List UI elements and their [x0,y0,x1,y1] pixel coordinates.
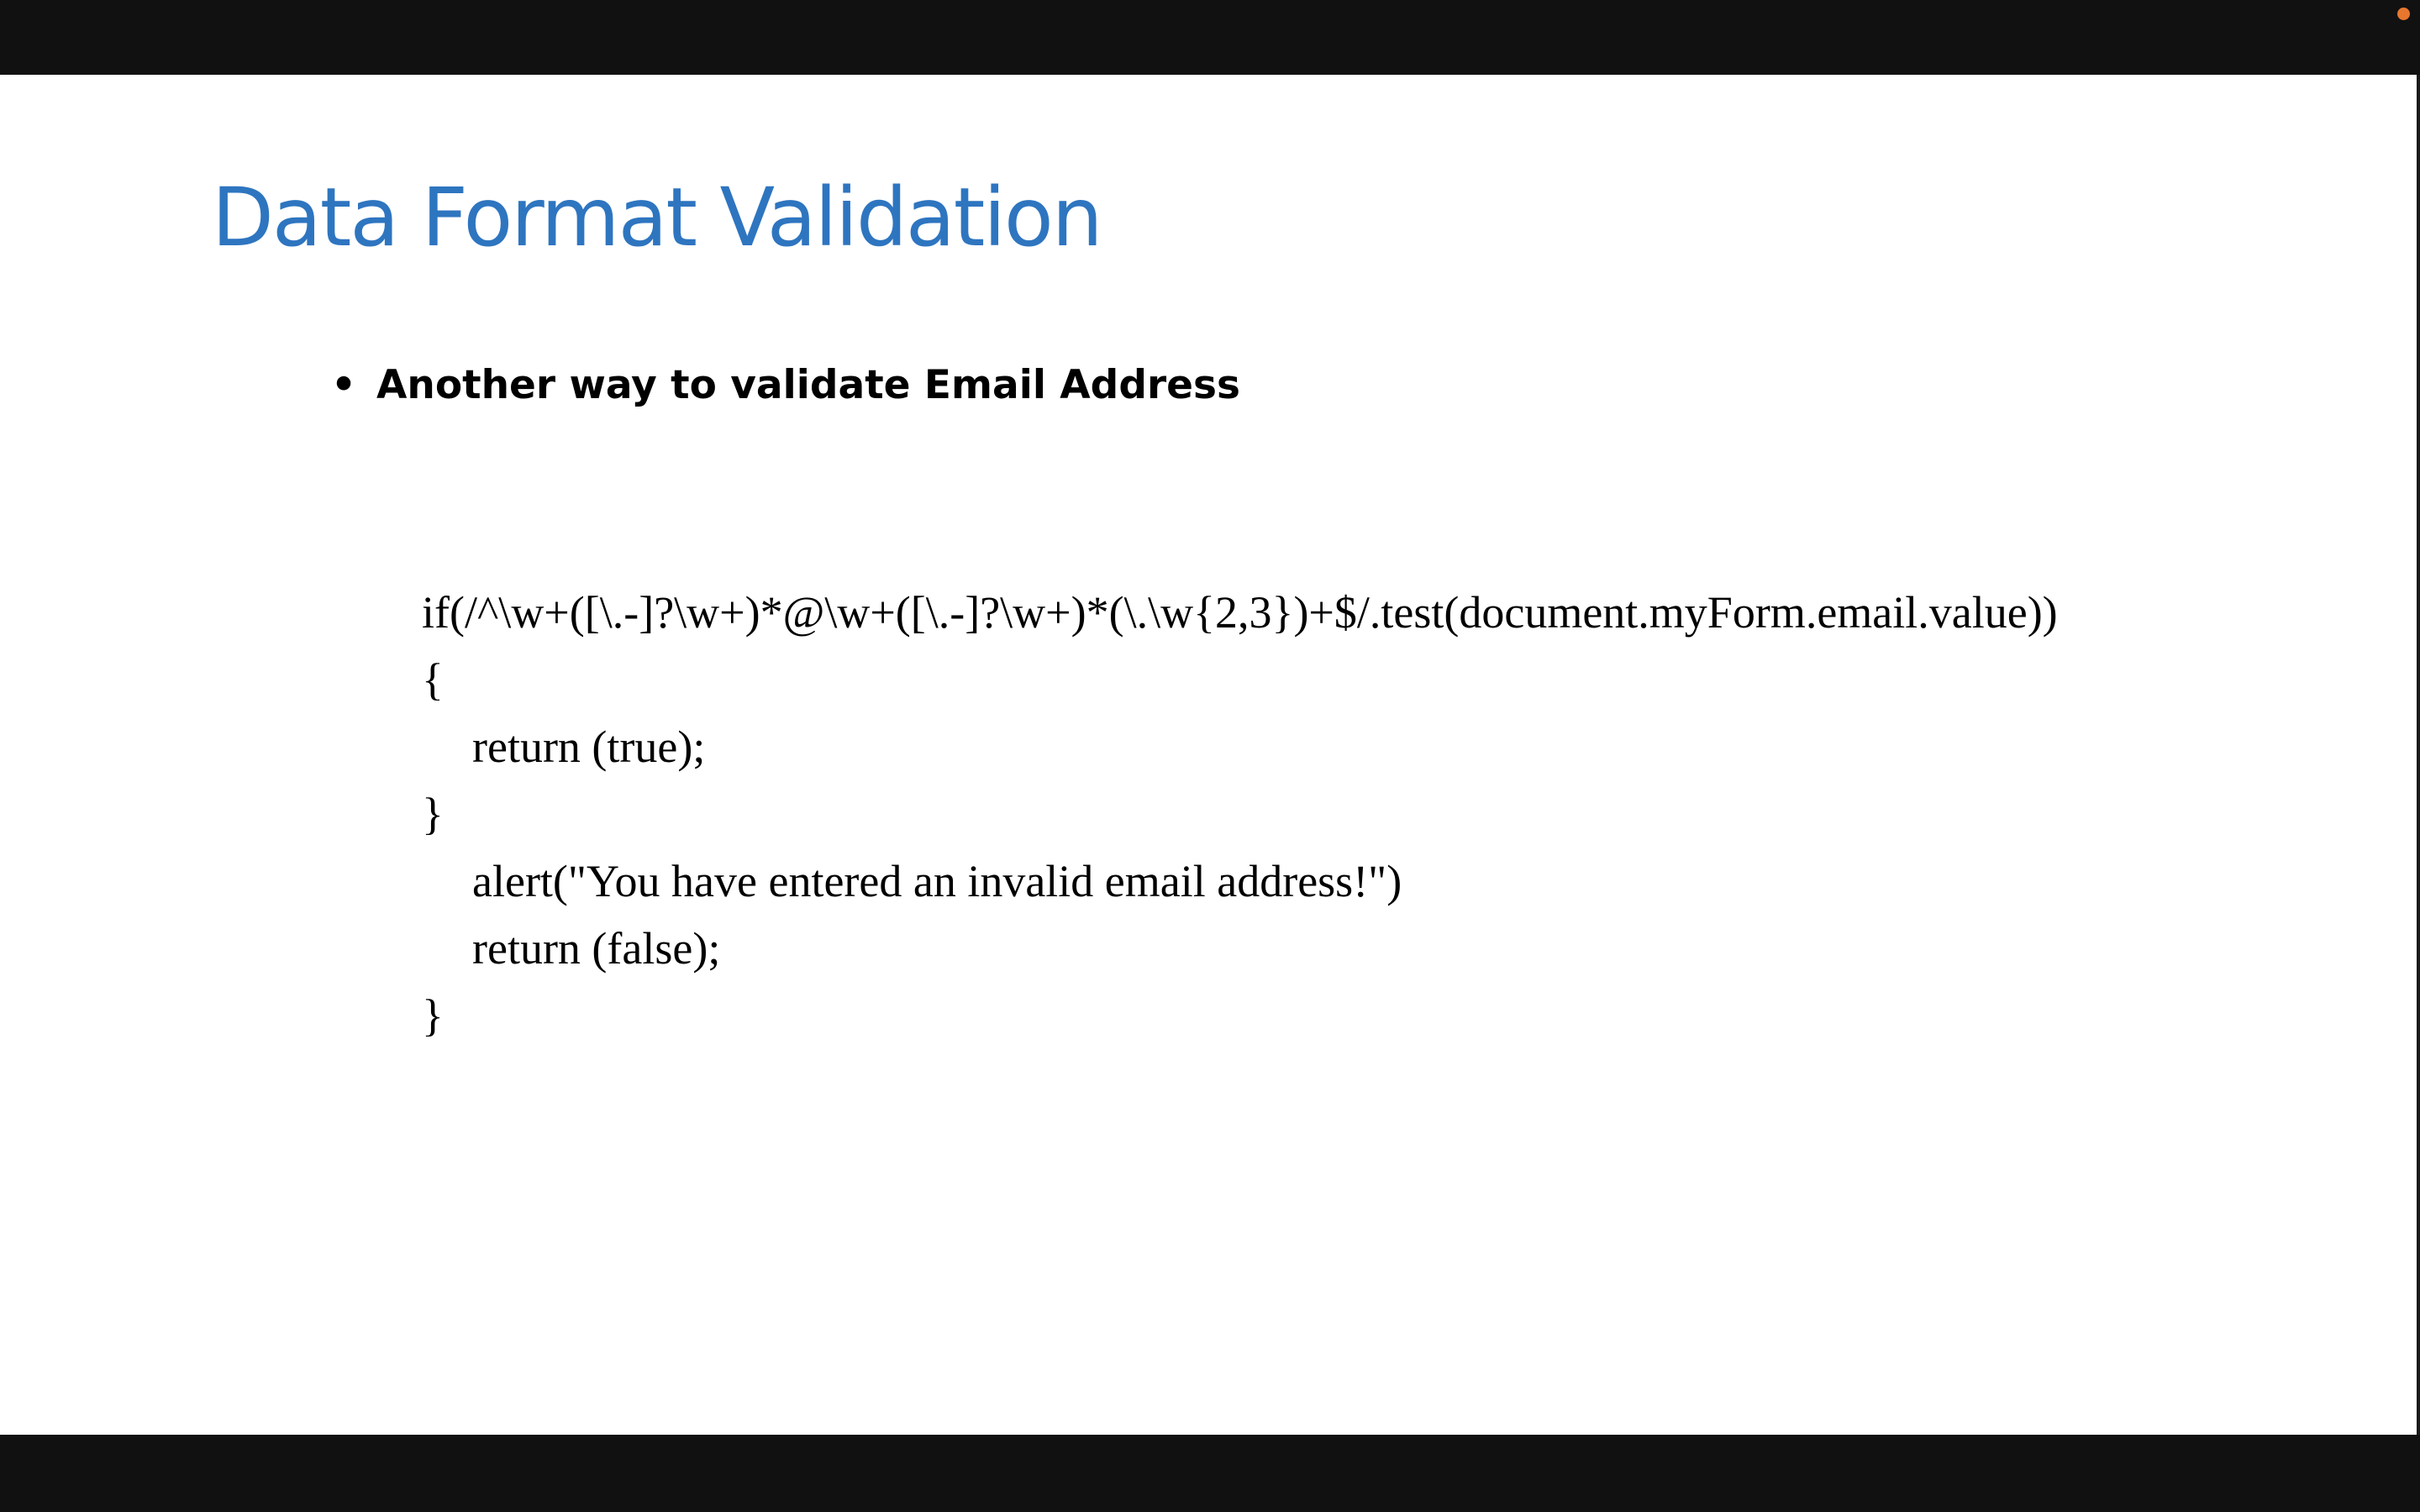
code-line: return (false); [472,923,721,974]
bullet-marker: • [331,362,357,408]
bottom-letterbox-bar [0,1435,2420,1512]
code-line: return (true); [472,722,706,772]
bullet-item: • Another way to validate Email Address [331,360,1240,411]
recording-indicator-icon [2397,8,2410,20]
slide-title: Data Format Validation [212,171,1103,265]
slide-right-border [2417,75,2420,1435]
code-block: if(/^\w+([\.-]?\w+)*@\w+([\.-]?\w+)*(\.\… [422,579,2058,1049]
code-line: } [422,990,444,1041]
code-line: if(/^\w+([\.-]?\w+)*@\w+([\.-]?\w+)*(\.\… [422,587,2058,638]
presentation-slide: Data Format Validation • Another way to v… [0,75,2417,1435]
code-line: alert("You have entered an invalid email… [472,856,1402,906]
code-line: } [422,789,444,839]
bullet-text: Another way to validate Email Address [376,362,1240,408]
top-letterbox-bar [0,0,2420,75]
code-line: { [422,654,444,705]
